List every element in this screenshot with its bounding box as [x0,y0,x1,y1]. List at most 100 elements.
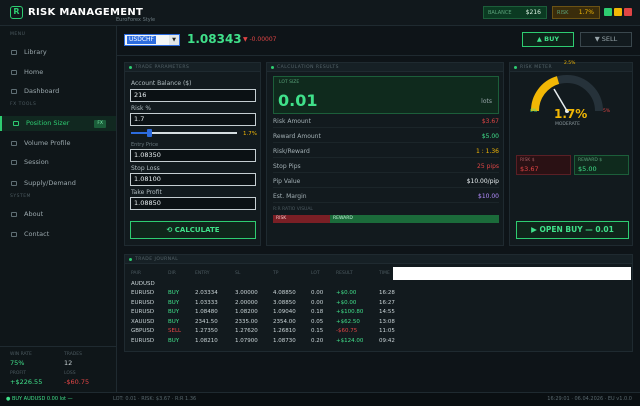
entry-price-input[interactable]: 1.08350 [130,149,256,162]
results-panel: CALCULATION RESULTS LOT SIZE 0.01 lots R… [266,62,504,246]
sidebar-item-label: Contact [24,230,50,238]
account-balance-input[interactable]: 216 [130,89,256,102]
column-header[interactable]: PAIR [131,268,168,279]
table-row[interactable]: EURUSD BUY 2.03334 3.00000 4.08850 0.00 +$0.00… [131,289,409,299]
cell-time: 14:55 [379,309,395,316]
column-header[interactable]: ENTRY [195,268,235,279]
slider-thumb[interactable] [147,129,152,137]
sidebar-item-label: Volume Profile [24,139,71,147]
cell-result: +$0.00 [336,290,357,297]
column-header[interactable]: RESULT [336,268,379,279]
maximize-button[interactable] [614,8,622,16]
close-button[interactable] [624,8,632,16]
trade-journal-panel: TRADE JOURNAL PAIR DIR ENTRY SL TP LOT RESULT T… [124,254,633,352]
app-logo-icon: R [10,6,23,19]
sidebar-item-volume-profile[interactable]: Volume Profile [0,136,116,151]
cell-pair: EURUSD [131,309,155,316]
open-buy-button[interactable]: ▶ OPEN BUY — 0.01 [516,221,629,239]
chart-icon [11,141,17,146]
journal-overlay-box [393,267,631,280]
loss-label: LOSS [64,371,76,376]
sidebar-item-label: Supply/Demand [24,179,76,187]
sidebar-item-supply-demand[interactable]: Supply/Demand [0,176,116,191]
sidebar: MENU Library Home Dashboard FX TOOLS Pos… [0,26,117,392]
table-row[interactable]: EURUSD BUY 1.03333 2.00000 3.08850 0.00 +$0.00… [131,298,409,308]
risk-amount-box: RISK $ $3.67 [516,155,571,175]
column-header[interactable]: LOT [311,268,336,279]
symbol-select[interactable]: USDCHF ▼ [124,34,180,46]
sidebar-item-home[interactable]: Home [0,65,116,80]
column-header[interactable]: SL [235,268,273,279]
current-price: 1.08343 [187,32,242,46]
group-row: AUDUSD [131,279,409,289]
rr-visual-label: R:R RATIO VISUAL [273,207,313,212]
rr-risk-label: RISK [276,216,287,221]
cell-entry: 2341.50 [195,318,218,325]
rr-bar: RISK REWARD [273,215,499,223]
panel-header: TRADE JOURNAL [125,255,632,264]
sidebar-item-label: Home [24,68,44,76]
status-right: 16:29:01 · 06.04.2026 · EU v1.0.0 [547,396,632,402]
cell-sl: 1.08200 [235,309,258,316]
sidebar-item-session[interactable]: Session [0,155,116,170]
risk-pct-input[interactable]: 1.7 [130,113,256,126]
risk-slider-value: 1.7% [243,131,257,137]
result-row: Est. Margin $10.00 [273,190,499,203]
chevron-down-icon[interactable]: ▼ [169,35,179,45]
result-value: $10.00/pip [466,178,499,185]
refresh-icon: ⟲ [166,226,175,234]
cell-sl: 2335.00 [235,318,258,325]
cell-time: 16:27 [379,299,395,306]
table-row[interactable]: EURUSD BUY 1.08480 1.08200 1.09040 0.18 +$100.… [131,308,409,318]
reward-box-label: REWARD $ [578,158,603,163]
result-label: Risk/Reward [273,148,310,155]
column-header[interactable]: DIR [168,268,195,279]
trades-value: 12 [64,359,73,367]
cell-result: +$100.80 [336,309,364,316]
gauge-max-label: 5% [603,109,611,114]
status-left: ● BUY AUDUSD 0.00 lot — [6,396,73,402]
table-row[interactable]: EURUSD BUY 1.08210 1.07900 1.08730 0.20 +$124.… [131,336,409,346]
column-header[interactable]: TP [273,268,311,279]
minimize-button[interactable] [604,8,612,16]
risk-slider[interactable] [131,129,237,137]
result-row: Pip Value $10.00/pip [273,175,499,188]
sidebar-item-library[interactable]: Library [0,45,116,60]
table-row[interactable]: XAUUSD BUY 2341.50 2335.00 2354.00 0.05 +$62.5… [131,317,409,327]
result-label: Stop Pips [273,163,301,170]
risk-status: MODERATE [555,122,580,127]
sidebar-item-contact[interactable]: Contact [0,227,116,242]
table-row[interactable]: GBPUSD SELL 1.27350 1.27620 1.26810 0.15 -$60.… [131,327,409,337]
sell-button[interactable]: ▼ SELL [580,32,632,47]
calculate-button[interactable]: ⟲ CALCULATE [130,221,256,239]
trades-label: TRADES [64,352,82,357]
sidebar-item-label: Library [24,48,47,56]
cell-entry: 1.08480 [195,309,218,316]
balance-label: BALANCE [488,10,512,16]
clock-icon [11,160,17,165]
takeprofit-input[interactable]: 1.08850 [130,197,256,210]
sidebar-item-position-sizer[interactable]: Position Sizer FX [0,116,116,131]
result-label: Risk Amount [273,118,311,125]
reward-box-value: $5.00 [578,165,597,173]
cell-lot: 0.20 [311,337,324,344]
app-window: R RISK MANAGEMENT EuroForex Style BALANC… [0,0,640,406]
status-bar: ● BUY AUDUSD 0.00 lot — LOT: 0.01 · RISK… [0,392,640,406]
cell-sl: 3.00000 [235,290,258,297]
buy-button[interactable]: ▲ BUY [522,32,574,47]
group-label: AUDUSD [131,280,155,287]
sidebar-item-dashboard[interactable]: Dashboard [0,84,116,99]
column-header[interactable]: TIME [379,268,409,279]
fx-badge: FX [94,120,106,128]
lot-size-unit: lots [481,98,492,105]
lot-size-value: 0.01 [278,91,318,110]
app-subtitle: EuroForex Style [116,17,156,23]
account-balance-label: Account Balance ($) [131,80,192,87]
nav-section-tools: FX TOOLS [10,102,37,107]
stoploss-input[interactable]: 1.08100 [130,173,256,186]
risk-indicator: RISK 1.7% [552,6,600,19]
cell-time: 09:42 [379,337,395,344]
sidebar-item-label: Position Sizer [26,119,70,127]
cell-pair: EURUSD [131,299,155,306]
sidebar-item-about[interactable]: About [0,207,116,222]
